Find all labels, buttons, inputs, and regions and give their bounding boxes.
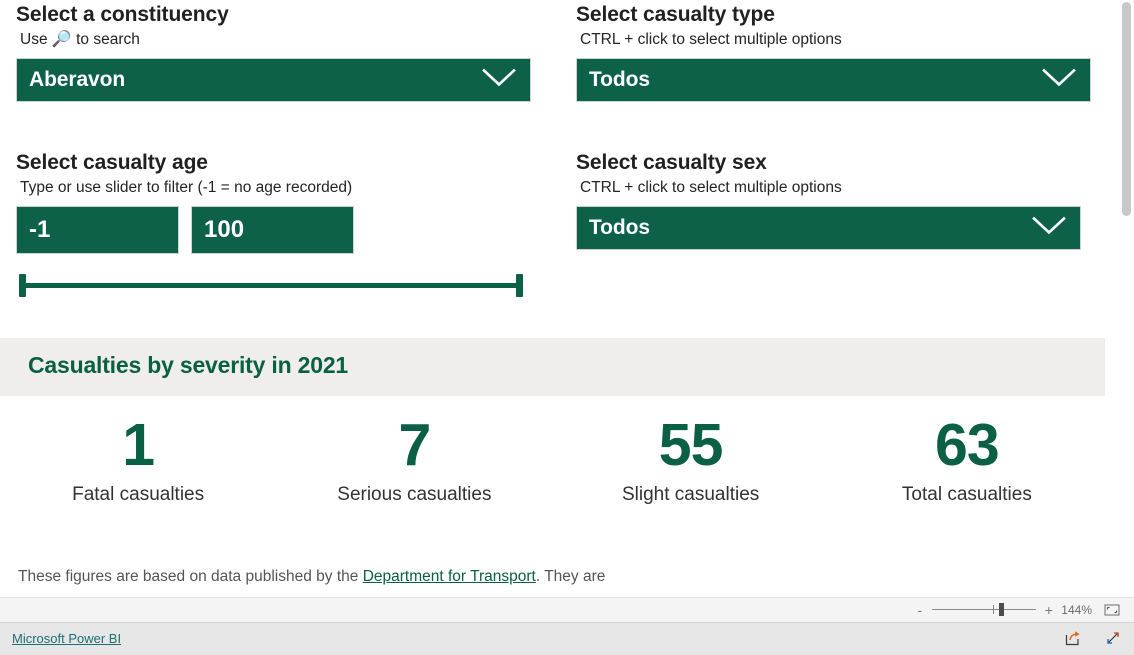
footnote-text: These figures are based on data publishe… — [18, 568, 605, 586]
chevron-down-icon[interactable] — [482, 68, 516, 93]
filter-casualty-sex: Select casualty sex CTRL + click to sele… — [576, 150, 1081, 250]
fullscreen-icon[interactable] — [1104, 629, 1122, 652]
zoom-slider-thumb[interactable] — [999, 603, 1005, 616]
filter-casualty-age: Select casualty age Type or use slider t… — [16, 150, 531, 298]
section-header-band: Casualties by severity in 2021 — [0, 338, 1105, 396]
page-scrollbar[interactable] — [1122, 2, 1131, 595]
kpi-card-total: 63 Total casualties — [829, 412, 1105, 508]
kpi-label: Serious casualties — [337, 484, 492, 505]
constituency-selected-value: Aberavon — [29, 68, 126, 91]
kpi-card-serious: 7 Serious casualties — [276, 412, 552, 508]
footnote-after: . They are — [535, 568, 606, 585]
age-min-value: -1 — [29, 216, 51, 243]
report-canvas: Select a constituency Use 🔎 to search Ab… — [0, 0, 1134, 597]
casualty-type-selected-value: Todos — [589, 68, 650, 91]
zoom-level-label: 144% — [1061, 603, 1092, 617]
casualty-sex-hint: CTRL + click to select multiple options — [580, 179, 842, 196]
zoom-controls: - + 144% — [915, 598, 1120, 622]
kpi-row: 1 Fatal casualties 7 Serious casualties … — [0, 412, 1105, 508]
casualty-type-title: Select casualty type — [576, 3, 775, 26]
powerbi-footer: Microsoft Power BI — [0, 622, 1134, 655]
slider-track[interactable] — [24, 283, 518, 288]
slider-handle-max[interactable] — [516, 274, 523, 297]
constituency-hint: Use 🔎 to search — [20, 30, 531, 50]
kpi-label: Total casualties — [901, 484, 1032, 505]
zoom-in-button[interactable]: + — [1044, 603, 1053, 617]
section-title: Casualties by severity in 2021 — [28, 352, 349, 378]
constituency-hint-after: to search — [71, 31, 140, 48]
microsoft-power-bi-link[interactable]: Microsoft Power BI — [12, 631, 121, 646]
casualty-type-dropdown[interactable]: Todos — [576, 58, 1091, 102]
share-icon[interactable] — [1064, 629, 1082, 652]
filter-constituency: Select a constituency Use 🔎 to search Ab… — [16, 2, 531, 102]
casualty-sex-selected-value: Todos — [589, 216, 650, 239]
kpi-value: 7 — [398, 412, 431, 478]
chevron-down-icon[interactable] — [1032, 216, 1066, 241]
department-for-transport-link[interactable]: Department for Transport — [363, 568, 536, 585]
zoom-slider[interactable] — [932, 603, 1037, 617]
casualty-age-hint: Type or use slider to filter (-1 = no ag… — [20, 179, 353, 196]
zoom-slider-tick — [993, 605, 995, 614]
bottom-toolbar: - + 144% — [0, 597, 1134, 622]
constituency-dropdown[interactable]: Aberavon — [16, 58, 531, 102]
age-range-slider[interactable] — [16, 272, 526, 298]
kpi-value: 63 — [935, 412, 1000, 478]
footnote-before: These figures are based on data publishe… — [18, 568, 363, 585]
age-max-value: 100 — [204, 216, 245, 243]
zoom-slider-track[interactable] — [932, 609, 1037, 610]
footer-icon-group — [1064, 629, 1122, 652]
age-max-input[interactable]: 100 — [191, 206, 354, 254]
filter-casualty-type: Select casualty type CTRL + click to sel… — [576, 2, 1091, 102]
kpi-value: 1 — [122, 412, 155, 478]
fit-to-page-icon[interactable] — [1104, 603, 1120, 617]
age-range-inputs: -1 100 — [16, 206, 531, 254]
constituency-title: Select a constituency — [16, 3, 229, 26]
casualty-sex-title: Select casualty sex — [576, 151, 767, 174]
zoom-out-button[interactable]: - — [915, 603, 924, 617]
constituency-hint-before: Use — [20, 31, 52, 48]
age-min-input[interactable]: -1 — [16, 206, 179, 254]
kpi-card-fatal: 1 Fatal casualties — [0, 412, 276, 508]
kpi-card-slight: 55 Slight casualties — [553, 412, 829, 508]
kpi-value: 55 — [658, 412, 724, 478]
chevron-down-icon[interactable] — [1042, 68, 1076, 93]
search-icon: 🔎 — [51, 31, 72, 48]
page-scrollbar-thumb[interactable] — [1122, 2, 1131, 216]
casualty-type-hint: CTRL + click to select multiple options — [580, 31, 842, 48]
kpi-label: Slight casualties — [621, 484, 760, 505]
casualty-sex-dropdown[interactable]: Todos — [576, 206, 1081, 250]
casualty-age-title: Select casualty age — [16, 151, 208, 174]
slider-handle-min[interactable] — [19, 274, 26, 297]
kpi-label: Fatal casualties — [72, 484, 205, 505]
